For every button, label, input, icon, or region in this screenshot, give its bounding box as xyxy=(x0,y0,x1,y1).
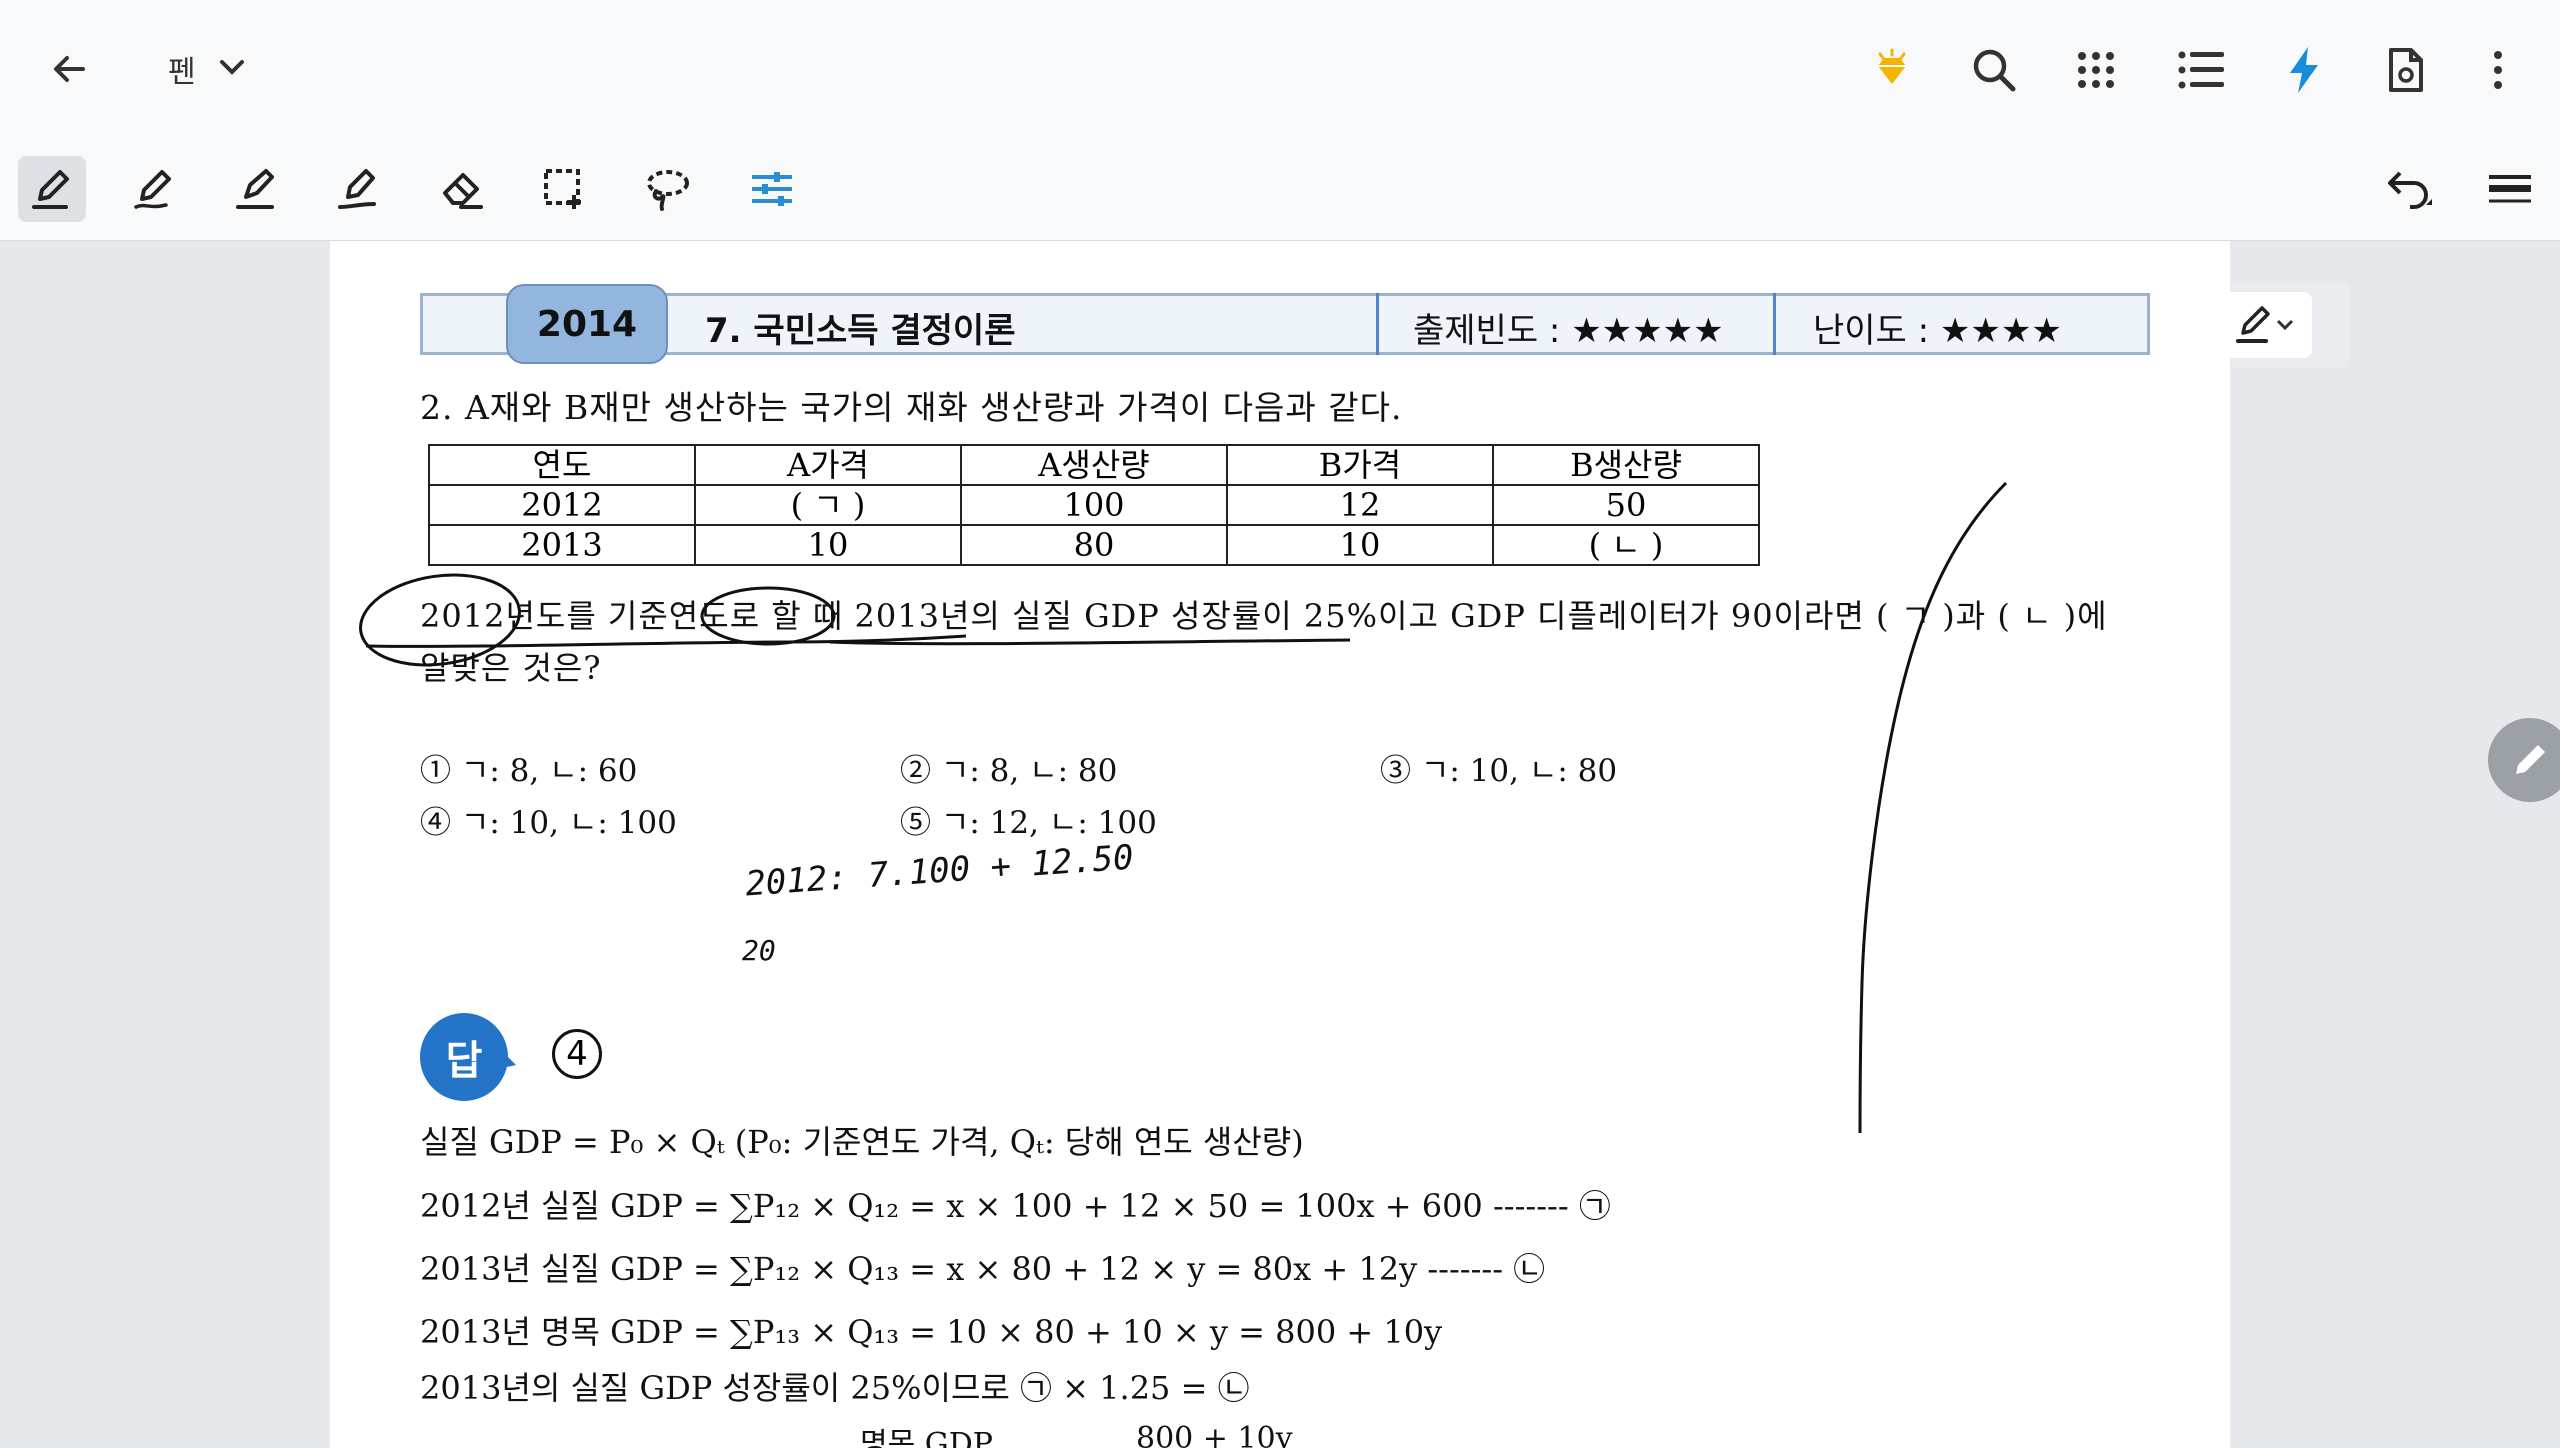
pen-tool-3-icon[interactable] xyxy=(222,156,290,222)
adjust-sliders-icon[interactable] xyxy=(738,156,806,222)
pen-toolbar xyxy=(0,136,2560,368)
ink-underline xyxy=(365,634,967,648)
lasso-icon[interactable] xyxy=(634,156,702,222)
pen-preset-icon xyxy=(2236,306,2270,343)
selection-rect-icon[interactable] xyxy=(530,156,598,222)
eraser-icon[interactable] xyxy=(428,156,496,222)
pen-tool-icon[interactable] xyxy=(18,156,86,222)
solution-line-4: 2013년 명목 GDP = ∑P₁₃ × Q₁₃ = 10 × 80 + 10… xyxy=(420,1313,1443,1351)
answer-number: 4 xyxy=(552,1029,602,1079)
document-page[interactable]: 2014 7. 국민소득 결정이론 출제빈도 : ★★★★★ 난이도 : ★★★… xyxy=(330,241,2230,1448)
more-vert-icon[interactable] xyxy=(2478,40,2518,100)
mode-label: 펜 xyxy=(168,55,196,90)
answer-badge-label: 답 xyxy=(445,1038,483,1084)
pen-tool-2-icon[interactable] xyxy=(120,156,188,222)
undo-icon[interactable] xyxy=(2376,156,2444,222)
ink-circle xyxy=(700,586,836,646)
solution-fraction-numerator-2: 800 + 10y xyxy=(1136,1421,1293,1448)
ink-stroke xyxy=(1858,481,2008,1134)
solution-fraction-numerator: 명목 GDP xyxy=(860,1427,993,1448)
back-arrow-icon[interactable] xyxy=(40,40,98,98)
document-settings-icon[interactable] xyxy=(2378,38,2434,102)
lightning-icon[interactable] xyxy=(2276,38,2332,102)
ink-circle xyxy=(359,573,521,667)
search-icon[interactable] xyxy=(1962,38,2026,102)
app-top-bar: 펜 xyxy=(0,0,2560,136)
chevron-down-icon xyxy=(218,57,246,81)
pen-tool-4-icon[interactable] xyxy=(324,156,392,222)
list-icon[interactable] xyxy=(2170,40,2234,100)
solution-line-5: 2013년의 실질 GDP 성장률이 25%이므로 ㉠ × 1.25 = ㉡ xyxy=(420,1369,1250,1407)
toolbar-options-icon[interactable] xyxy=(2476,156,2544,222)
solution-line-1: 실질 GDP = P₀ × Qₜ (P₀: 기준연도 가격, Qₜ: 당해 연도… xyxy=(420,1123,1304,1161)
pencil-icon xyxy=(2516,745,2545,774)
pen-preset-dropdown[interactable] xyxy=(2218,292,2312,358)
grid-apps-icon[interactable] xyxy=(2066,40,2126,100)
solution-line-3: 2013년 실질 GDP = ∑P₁₂ × Q₁₃ = x × 80 + 12 … xyxy=(420,1250,1546,1288)
diamond-premium-icon[interactable] xyxy=(1862,40,1922,100)
floating-edit-button[interactable] xyxy=(2488,718,2560,802)
handwriting-note-2: 20 xyxy=(742,934,776,967)
solution-line-2: 2012년 실질 GDP = ∑P₁₂ × Q₁₂ = x × 100 + 12… xyxy=(420,1187,1611,1225)
chevron-down-icon xyxy=(2276,319,2294,331)
mode-selector[interactable]: 펜 xyxy=(168,44,246,94)
